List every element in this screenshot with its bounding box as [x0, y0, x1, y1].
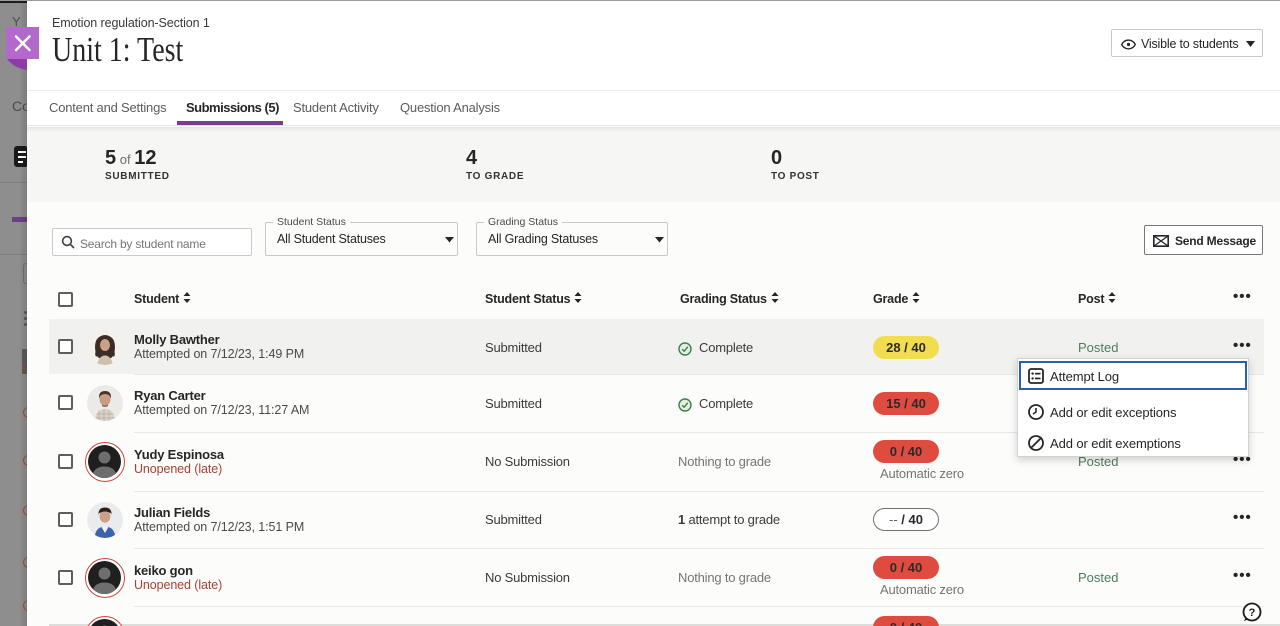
svg-text:?: ?: [1249, 607, 1256, 619]
